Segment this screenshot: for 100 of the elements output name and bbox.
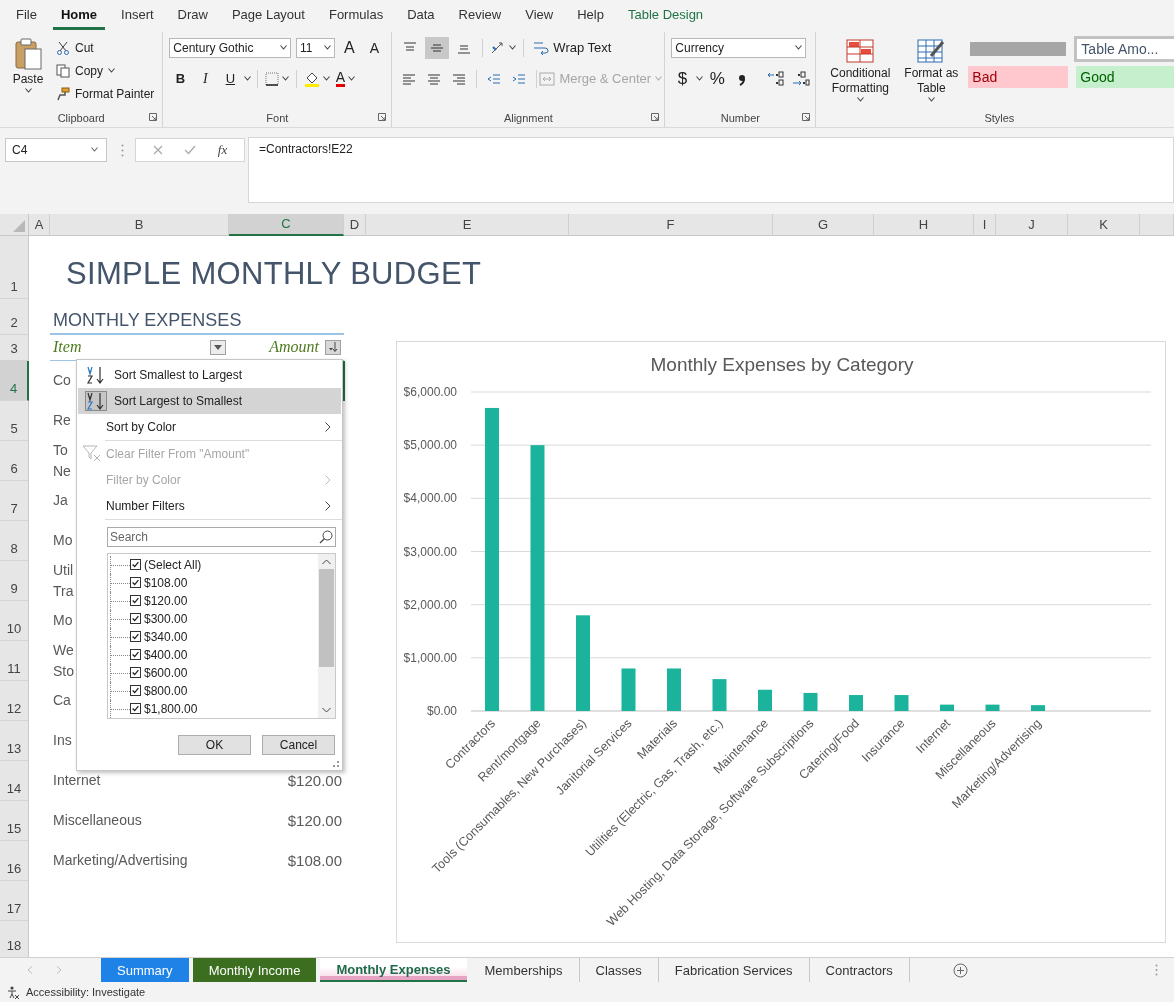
- search-field[interactable]: Search: [107, 526, 336, 547]
- dialog-launcher-icon[interactable]: [378, 112, 387, 121]
- row-header[interactable]: 14: [0, 760, 29, 801]
- column-header[interactable]: G: [773, 213, 874, 236]
- currency-button[interactable]: $: [671, 67, 694, 90]
- cancel-button[interactable]: Cancel: [262, 734, 335, 755]
- checkbox[interactable]: [130, 703, 141, 715]
- row-header[interactable]: 11: [0, 640, 29, 681]
- status-text[interactable]: Accessibility: Investigate: [26, 986, 146, 998]
- add-sheet-icon[interactable]: [952, 962, 968, 978]
- font-size-dropdown[interactable]: 11: [296, 37, 336, 58]
- sheet-tab[interactable]: Monthly Expenses: [320, 958, 467, 983]
- row-header[interactable]: 7: [0, 480, 29, 521]
- row-header[interactable]: 9: [0, 560, 29, 601]
- menu-item[interactable]: Number Filters: [78, 492, 341, 519]
- checkbox[interactable]: [130, 685, 141, 697]
- more-options-icon[interactable]: [121, 143, 124, 157]
- ribbon-tab[interactable]: File: [8, 1, 45, 31]
- dialog-launcher-icon[interactable]: [651, 112, 660, 121]
- checkbox[interactable]: [130, 595, 141, 607]
- ok-button[interactable]: OK: [178, 734, 251, 755]
- ribbon-tab[interactable]: Insert: [113, 1, 162, 31]
- row-header[interactable]: 5: [0, 400, 29, 441]
- row-header[interactable]: 17: [0, 880, 29, 921]
- row-header[interactable]: 4: [0, 360, 29, 401]
- font-color-button[interactable]: A: [334, 67, 357, 90]
- filter-button[interactable]: [210, 339, 226, 355]
- dialog-launcher-icon[interactable]: [149, 112, 158, 121]
- column-header[interactable]: E: [366, 213, 569, 236]
- ribbon-tab[interactable]: Help: [569, 1, 612, 31]
- sheet-tab[interactable]: Summary: [101, 958, 189, 983]
- font-name-dropdown[interactable]: Century Gothic: [169, 37, 291, 58]
- decrease-font-size-button[interactable]: A: [363, 36, 386, 59]
- filter-button[interactable]: [325, 339, 341, 355]
- row-header[interactable]: 8: [0, 520, 29, 561]
- wrap-text-button[interactable]: Wrap Text: [530, 36, 615, 59]
- row-header[interactable]: 18: [0, 920, 29, 958]
- format-painter-button[interactable]: Format Painter: [56, 83, 157, 104]
- more-options-icon[interactable]: [1155, 964, 1158, 977]
- ribbon-tab[interactable]: Draw: [169, 1, 216, 31]
- formula-field[interactable]: =Contractors!E22: [248, 136, 1174, 203]
- row-header[interactable]: 16: [0, 840, 29, 881]
- number-format-dropdown[interactable]: Currency: [671, 37, 807, 58]
- column-header[interactable]: D: [344, 213, 366, 236]
- ribbon-tab[interactable]: Review: [450, 1, 510, 31]
- increase-font-size-button[interactable]: A: [338, 36, 361, 59]
- row-header[interactable]: 3: [0, 334, 29, 361]
- format-as-table-button[interactable]: Format as Table: [902, 35, 961, 109]
- align-middle-button[interactable]: [425, 36, 450, 59]
- menu-item[interactable]: Sort Largest to Smallest: [78, 387, 341, 414]
- cut-button[interactable]: Cut: [56, 37, 157, 58]
- ribbon-tab[interactable]: Data: [399, 1, 443, 31]
- checkbox[interactable]: [130, 613, 141, 625]
- checkmark-icon[interactable]: [184, 144, 197, 155]
- row-header[interactable]: 6: [0, 440, 29, 481]
- align-left-icon: [402, 71, 417, 86]
- cell-style-option[interactable]: [970, 41, 1067, 56]
- copy-button[interactable]: Copy: [56, 60, 157, 81]
- row-header[interactable]: 15: [0, 800, 29, 841]
- italic-button[interactable]: I: [194, 67, 217, 90]
- column-header[interactable]: F: [569, 213, 773, 236]
- row-header[interactable]: 13: [0, 720, 29, 761]
- column-header[interactable]: C: [229, 213, 344, 236]
- row-header[interactable]: 10: [0, 600, 29, 641]
- scrollbar[interactable]: [318, 553, 335, 718]
- row-header[interactable]: 1: [0, 235, 29, 299]
- column-header[interactable]: H: [874, 213, 974, 236]
- name-box[interactable]: C4: [5, 137, 107, 162]
- ribbon-tab[interactable]: Table Design: [619, 1, 712, 31]
- column-header[interactable]: K: [1068, 213, 1140, 236]
- row-header[interactable]: 2: [0, 298, 29, 335]
- checkbox[interactable]: [130, 577, 141, 589]
- checkbox[interactable]: [130, 559, 141, 571]
- checkbox[interactable]: [130, 631, 141, 643]
- ribbon-tab[interactable]: Page Layout: [223, 1, 313, 31]
- insert-function-button[interactable]: fx: [217, 141, 228, 158]
- menu-item[interactable]: Sort Smallest to Largest: [78, 361, 341, 388]
- ribbon-tab[interactable]: Formulas: [320, 1, 392, 31]
- checkbox[interactable]: [130, 649, 141, 661]
- resize-grip-icon[interactable]: [333, 760, 339, 767]
- bold-button[interactable]: B: [169, 67, 192, 90]
- cell-style-option[interactable]: Good: [1076, 65, 1174, 88]
- underline-button[interactable]: U: [219, 67, 242, 90]
- sheet-tab[interactable]: Monthly Income: [192, 958, 317, 983]
- caret-icon: [927, 96, 935, 102]
- ribbon-tab[interactable]: View: [517, 1, 562, 31]
- percent-button[interactable]: %: [706, 67, 729, 90]
- menu-item[interactable]: Sort by Color: [78, 413, 341, 440]
- cell-style-option[interactable]: Table Amo...: [1076, 37, 1174, 60]
- column-header[interactable]: J: [996, 213, 1068, 236]
- column-header[interactable]: A: [29, 213, 50, 236]
- cell-style-option[interactable]: Bad: [968, 65, 1069, 88]
- row-header[interactable]: 12: [0, 680, 29, 721]
- column-header[interactable]: B: [50, 213, 229, 236]
- paste-button[interactable]: Paste: [6, 35, 50, 109]
- scrollbar-thumb[interactable]: [319, 569, 334, 668]
- dialog-launcher-icon[interactable]: [802, 112, 811, 121]
- checkbox[interactable]: [130, 667, 141, 679]
- column-header[interactable]: I: [974, 213, 996, 236]
- conditional-formatting-button[interactable]: Conditional Formatting: [822, 35, 899, 109]
